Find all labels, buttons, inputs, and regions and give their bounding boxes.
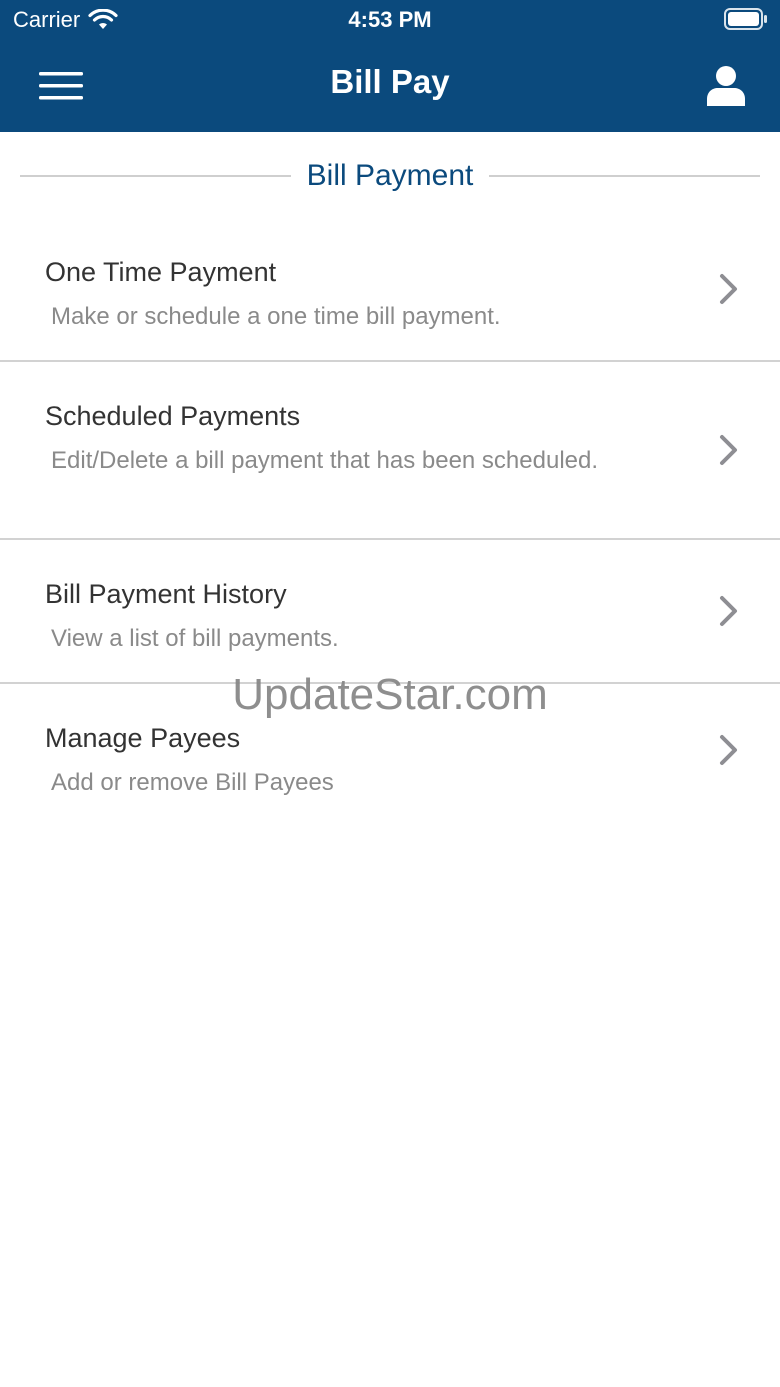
item-title: Scheduled Payments bbox=[45, 401, 301, 431]
item-description: Add or remove Bill Payees bbox=[51, 769, 334, 796]
page-title: Bill Pay bbox=[330, 63, 450, 100]
status-time: 4:53 PM bbox=[348, 7, 432, 32]
profile-button[interactable] bbox=[696, 56, 756, 116]
item-description: Make or schedule a one time bill payment… bbox=[51, 303, 501, 330]
menu-item-bill-payment-history[interactable]: Bill Payment History View a list of bill… bbox=[0, 540, 780, 684]
chevron-right-icon bbox=[720, 274, 737, 304]
item-title: Bill Payment History bbox=[45, 579, 287, 609]
chevron-right-icon bbox=[720, 735, 737, 765]
section-header: Bill Payment bbox=[20, 152, 761, 200]
user-profile-icon bbox=[707, 66, 745, 106]
battery-icon bbox=[724, 8, 767, 30]
section-title: Bill Payment bbox=[306, 159, 474, 192]
item-description: Edit/Delete a bill payment that has been… bbox=[51, 447, 599, 474]
bill-pay-menu-list: One Time Payment Make or schedule a one … bbox=[0, 218, 780, 840]
chevron-right-icon bbox=[720, 435, 737, 465]
hamburger-menu-icon bbox=[39, 72, 83, 100]
navigation-bar: Bill Pay bbox=[0, 40, 780, 132]
section-divider-right bbox=[489, 175, 761, 177]
chevron-right-icon bbox=[720, 596, 737, 626]
section-divider-left bbox=[20, 175, 291, 177]
item-description: View a list of bill payments. bbox=[51, 625, 339, 652]
menu-item-scheduled-payments[interactable]: Scheduled Payments Edit/Delete a bill pa… bbox=[0, 362, 780, 540]
item-title: Manage Payees bbox=[45, 723, 241, 753]
menu-button[interactable] bbox=[30, 58, 92, 114]
item-title: One Time Payment bbox=[45, 257, 277, 287]
app-header: Carrier 4:53 PM Bill Pay bbox=[0, 0, 780, 132]
menu-item-manage-payees[interactable]: Manage Payees Add or remove Bill Payees bbox=[0, 684, 780, 840]
menu-item-one-time-payment[interactable]: One Time Payment Make or schedule a one … bbox=[0, 218, 780, 362]
status-bar: Carrier 4:53 PM bbox=[0, 0, 780, 40]
